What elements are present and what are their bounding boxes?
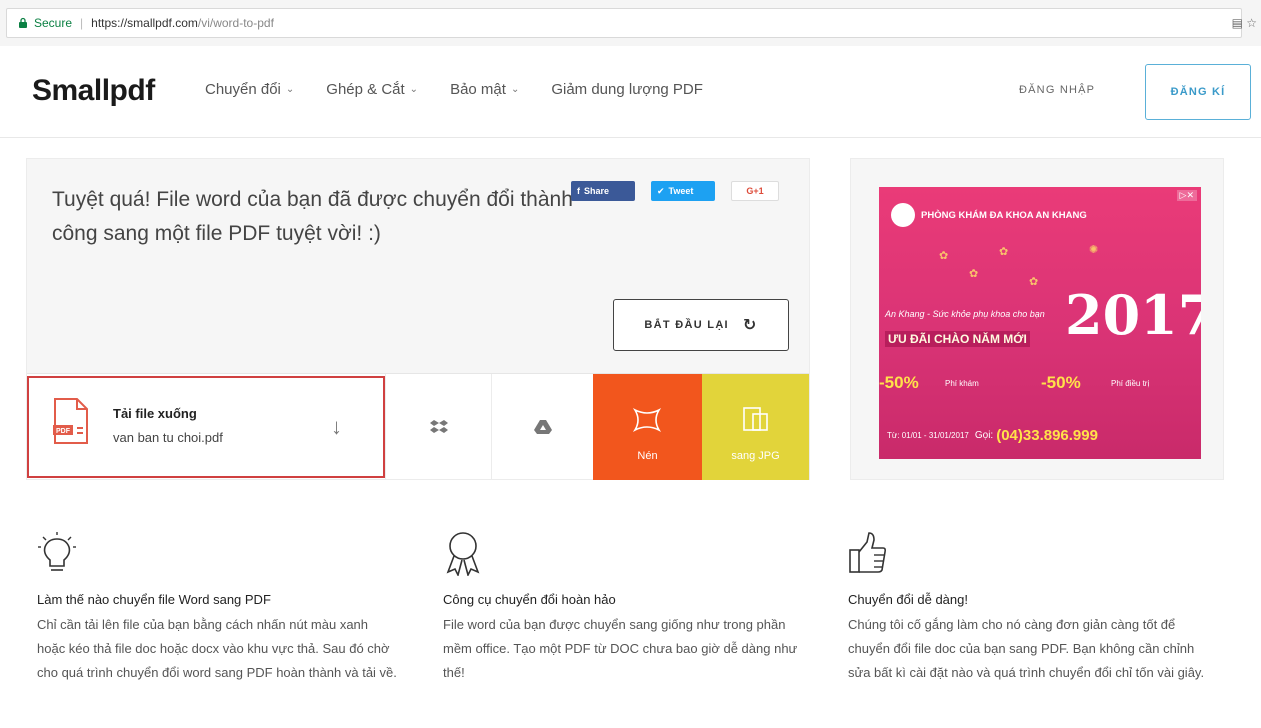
- feature-how-to: Làm thế nào chuyển file Word sang PDF Ch…: [37, 530, 397, 685]
- refresh-icon: ↻: [742, 317, 758, 334]
- chevron-down-icon: ⌄: [285, 84, 295, 95]
- compress-label: Nén: [637, 450, 658, 462]
- convert-to-jpg-button[interactable]: sang JPG: [702, 374, 809, 480]
- url-path: /vi/word-to-pdf: [197, 16, 274, 30]
- facebook-share-button[interactable]: f Share: [571, 181, 635, 201]
- nav-merge-split[interactable]: Ghép & Cắt ⌄: [326, 81, 418, 98]
- ad-container: ▷✕ PHÒNG KHÁM ĐA KHOA AN KHANG ✿ ✿ ✿ ✿ ✺…: [850, 158, 1224, 480]
- facebook-icon: f: [577, 186, 580, 196]
- nav-label: Giảm dung lượng PDF: [551, 81, 703, 98]
- chevron-down-icon: ⌄: [409, 84, 419, 95]
- clinic-logo-icon: [891, 203, 915, 227]
- google-drive-icon: [533, 420, 552, 434]
- thumbs-up-icon: [849, 532, 887, 573]
- compress-button[interactable]: Nén: [593, 374, 702, 480]
- ad-discount-treatment: -50%: [1041, 373, 1081, 392]
- ad-phone: (04)33.896.999: [996, 427, 1098, 444]
- file-name: van ban tu choi.pdf: [113, 430, 223, 445]
- download-title: Tải file xuống: [113, 406, 197, 421]
- smallpdf-logo[interactable]: Smallpdf: [32, 74, 155, 108]
- arrow-down-icon: ↓: [331, 414, 342, 439]
- feature-text: Chỉ cần tải lên file của bạn bằng cách n…: [37, 617, 397, 681]
- to-jpg-label: sang JPG: [731, 450, 780, 462]
- download-file-button[interactable]: PDF Tải file xuống van ban tu choi.pdf ↓: [27, 376, 385, 478]
- lock-icon: [19, 17, 27, 28]
- nav-label: Chuyển đổi: [205, 81, 281, 98]
- nav-convert[interactable]: Chuyển đổi ⌄: [205, 81, 294, 98]
- ad-year: 2017: [1065, 283, 1201, 347]
- ad-discount-exam: -50%: [879, 373, 919, 392]
- success-message: Tuyệt quá! File word của bạn đã được chu…: [52, 188, 573, 245]
- signup-button[interactable]: ĐĂNG KÍ: [1145, 64, 1251, 120]
- compress-icon: [632, 408, 662, 432]
- nav-compress[interactable]: Giảm dung lượng PDF: [551, 81, 703, 98]
- blossom-icon: ✿: [939, 250, 949, 262]
- restart-button[interactable]: BẮT ĐẦU LẠI ↻: [613, 299, 789, 351]
- ad-close-icon[interactable]: ▷✕: [1176, 190, 1197, 201]
- ad-discount-exam-note: Phí khám: [945, 379, 979, 388]
- feature-title: Công cụ chuyển đổi hoàn hảo: [443, 592, 616, 607]
- ad-tagline: An Khang - Sức khỏe phụ khoa cho bạn: [885, 309, 1045, 319]
- browser-address-bar: Secure | https://smallpdf.com/vi/word-to…: [0, 0, 1261, 46]
- feature-perfect-tool: Công cụ chuyển đổi hoàn hảo File word củ…: [443, 530, 803, 685]
- clinic-ad[interactable]: ▷✕ PHÒNG KHÁM ĐA KHOA AN KHANG ✿ ✿ ✿ ✿ ✺…: [879, 187, 1201, 459]
- secure-label: Secure: [34, 16, 73, 30]
- social-share: f Share ✔ Tweet G+1: [571, 181, 795, 201]
- pdf-file-icon: PDF: [53, 398, 88, 444]
- save-to-google-drive-button[interactable]: [491, 374, 593, 480]
- twitter-tweet-button[interactable]: ✔ Tweet: [651, 181, 715, 201]
- result-card: Tuyệt quá! File word của bạn đã được chu…: [26, 158, 810, 480]
- main-nav: Chuyển đổi ⌄ Ghép & Cắt ⌄ Bảo mật ⌄ Giảm du…: [205, 81, 735, 98]
- site-header: Smallpdf Chuyển đổi ⌄ Ghép & Cắt ⌄ Bảo mật…: [0, 46, 1261, 138]
- nav-label: Ghép & Cắt: [326, 81, 405, 98]
- svg-text:PDF: PDF: [56, 428, 71, 435]
- twitter-icon: ✔: [657, 185, 665, 196]
- lightbulb-icon: [38, 532, 76, 571]
- image-file-icon: [743, 407, 768, 431]
- result-actions: PDF Tải file xuống van ban tu choi.pdf ↓…: [27, 373, 809, 480]
- nav-security[interactable]: Bảo mật ⌄: [450, 81, 519, 98]
- url-host: https://smallpdf.com: [91, 16, 198, 30]
- save-to-dropbox-button[interactable]: [385, 374, 491, 480]
- ad-footer: Từ: 01/01 - 31/01/2017 Gọi: (04)33.896.9…: [887, 427, 1098, 444]
- feature-text: File word của bạn được chuyển sang giống…: [443, 617, 798, 681]
- login-link[interactable]: ĐĂNG NHẬP: [1019, 84, 1095, 96]
- feature-text: Chúng tôi cố gắng làm cho nó càng đơn gi…: [848, 617, 1205, 681]
- url-separator: |: [80, 16, 84, 30]
- blossom-icon: ✿: [1029, 276, 1039, 288]
- ad-brand: PHÒNG KHÁM ĐA KHOA AN KHANG: [891, 203, 1087, 227]
- translate-icon[interactable]: ▤ ☆: [1232, 16, 1257, 30]
- share-label: Share: [584, 186, 610, 196]
- ad-discount-treatment-note: Phí điều trị: [1111, 379, 1150, 388]
- feature-easy: Chuyển đổi dễ dàng! Chúng tôi cố gắng là…: [848, 530, 1208, 685]
- ad-brand-name: PHÒNG KHÁM ĐA KHOA AN KHANG: [921, 209, 1087, 221]
- firework-icon: ✺: [1089, 244, 1099, 256]
- award-ribbon-icon: [446, 532, 480, 576]
- chevron-down-icon: ⌄: [510, 84, 520, 95]
- ad-call-label: Gọi:: [974, 430, 994, 441]
- feature-title: Làm thế nào chuyển file Word sang PDF: [37, 592, 271, 607]
- ad-promo: ƯU ĐÃI CHÀO NĂM MỚI: [885, 331, 1030, 347]
- restart-label: BẮT ĐẦU LẠI: [644, 319, 729, 331]
- nav-label: Bảo mật: [450, 81, 506, 98]
- feature-title: Chuyển đổi dễ dàng!: [848, 592, 968, 607]
- ad-dates: Từ: 01/01 - 31/01/2017: [887, 431, 969, 440]
- tweet-label: Tweet: [668, 186, 694, 196]
- google-plus-button[interactable]: G+1: [731, 181, 779, 201]
- url-field[interactable]: Secure | https://smallpdf.com/vi/word-to…: [6, 8, 1242, 38]
- blossom-icon: ✿: [999, 246, 1009, 258]
- blossom-icon: ✿: [969, 268, 979, 280]
- dropbox-icon: [429, 420, 448, 433]
